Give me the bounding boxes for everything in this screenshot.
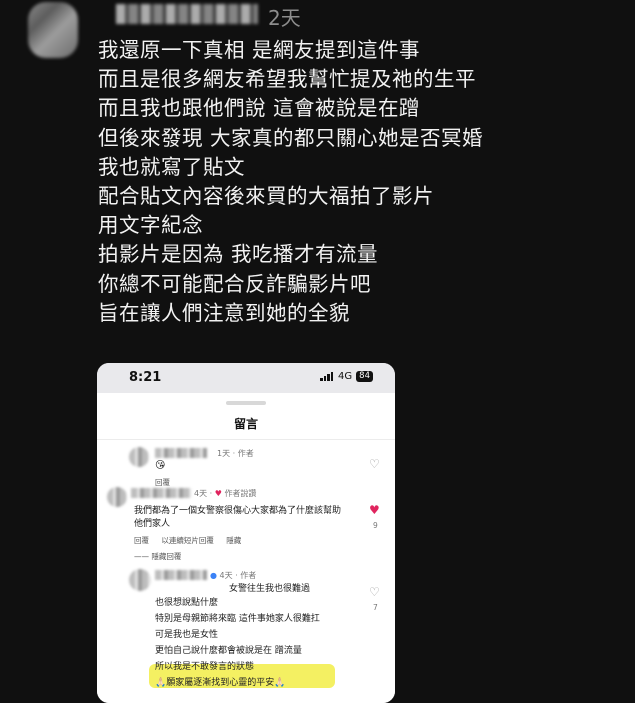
comment-text-line: 特別是母親節將來臨 這件事她家人很難扛 (155, 614, 320, 624)
sheet-title: 留言 (233, 417, 258, 431)
comment-text-line: 他們家人 (134, 519, 171, 529)
comment-text: 我們都為了一個女警察很傷心大家都為了什麼該幫助 他們家人 (134, 505, 341, 531)
video-reply-link[interactable]: 以連續短片回覆 (161, 536, 214, 545)
comment-emoji: 😘 (155, 460, 166, 471)
comment-meta: 1天 · 作者 (217, 449, 254, 458)
comment-text-line: 也很想說點什麼 (155, 598, 219, 608)
commenter-name-blurred[interactable] (155, 448, 207, 458)
commenter-avatar[interactable] (129, 569, 151, 591)
comment-text-line: 女警往生我也很難過 (229, 584, 311, 594)
post-line: 我也就寫了貼文 (98, 154, 245, 179)
commenter-avatar[interactable] (107, 487, 127, 507)
like-heart-icon[interactable]: ♡ (369, 585, 380, 599)
author-liked-label: 作者說讚 (224, 489, 257, 498)
post-line: 而且我也跟他們說 這會被說是在蹭 (98, 96, 421, 121)
attached-screenshot-image[interactable]: 8:21 4G 84 留言 1天 · 作者 😘 回覆 ♡ 4天 · ♥ 作者說讚… (97, 363, 395, 703)
reply-link[interactable]: 回覆 (155, 477, 170, 488)
post-body: 我還原一下真相 是網友提到這件事 而且是很多網友希望我幫忙提及祂的生平 而且我也… (98, 36, 483, 328)
signal-icon (320, 372, 334, 381)
comment-text-line: 所以我是不敢發言的狀態 (155, 662, 255, 672)
battery-icon: 84 (356, 371, 373, 382)
comment-actions: 回覆 以連續短片回覆 隱藏 (134, 535, 241, 546)
author-like-heart-icon: ♥ (214, 489, 222, 498)
network-label: 4G (338, 371, 353, 382)
post-line: 配合貼文內容後來買的大福拍了影片 (98, 184, 434, 209)
comment-text-line: 🙏🏻願家屬逐漸找到心靈的平安🙏🏻 (155, 678, 286, 688)
post-line: 旨在讓人們注意到她的全貌 (98, 300, 350, 325)
reply-link[interactable]: 回覆 (134, 536, 149, 545)
comment-meta: 4天 · ♥ 作者說讚 (194, 488, 256, 499)
like-count: 7 (373, 603, 378, 612)
comments-sheet: 留言 1天 · 作者 😘 回覆 ♡ 4天 · ♥ 作者說讚 我們都為了一個女警察… (97, 395, 395, 703)
comment-meta: ● 4天 · 作者 (210, 570, 256, 581)
post-timestamp: 2天 (268, 6, 301, 30)
post-line: 拍影片是因為 我吃播才有流量 (98, 242, 379, 267)
post-line: 但後來發現 大家真的都只關心她是否冥婚 (98, 125, 484, 150)
post-line: 你總不可能配合反詐騙影片吧 (98, 271, 371, 296)
hide-replies-link[interactable]: —— 隱藏回覆 (134, 551, 181, 562)
liked-heart-icon[interactable]: ♥ (369, 503, 380, 517)
post-line: 我還原一下真相 是網友提到這件事 (98, 38, 421, 62)
verified-badge-icon: ● (210, 571, 217, 580)
commenter-avatar[interactable] (129, 447, 149, 467)
post-line: 用文字紀念 (98, 213, 203, 238)
comment-text-line: 更怕自己說什麼都會被說是在 蹭流量 (155, 646, 302, 656)
like-count: 9 (373, 521, 378, 530)
comment-age: 4天 · (194, 489, 215, 498)
like-heart-icon[interactable]: ♡ (369, 457, 380, 471)
username-blurred[interactable] (116, 4, 258, 24)
post-line: 而且是很多網友希望我幫忙提及祂的生平 (98, 67, 476, 92)
comment-text-line: 我們都為了一個女警察很傷心大家都為了什麼該幫助 (134, 506, 342, 516)
status-time: 8:21 (129, 370, 162, 385)
commenter-name-blurred[interactable] (131, 488, 191, 498)
status-icons: 4G 84 (320, 371, 373, 382)
post-header: 2天 (0, 0, 635, 58)
divider (97, 439, 395, 440)
phone-status-bar: 8:21 4G 84 (97, 363, 395, 393)
sheet-handle[interactable] (226, 401, 266, 405)
comment-text-line: 可是我也是女性 (155, 630, 219, 640)
avatar[interactable] (28, 2, 78, 58)
hide-link[interactable]: 隱藏 (226, 536, 241, 545)
comment-age: 4天 · 作者 (219, 571, 257, 580)
hide-replies-label: 隱藏回覆 (151, 552, 182, 561)
commenter-name-blurred[interactable] (155, 570, 207, 580)
